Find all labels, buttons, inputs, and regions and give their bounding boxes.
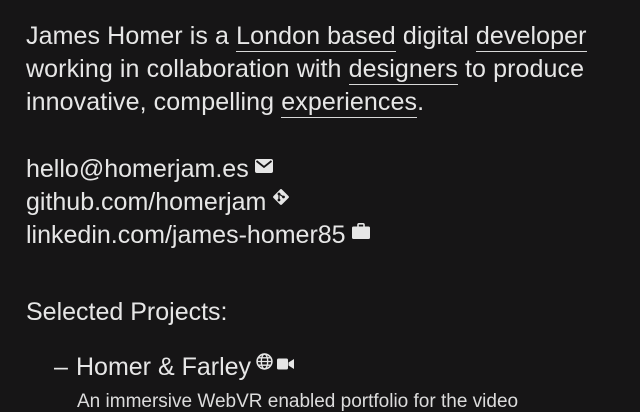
bio-text: working in collaboration with: [26, 55, 349, 83]
contact-linkedin: linkedin.com/james-homer85: [26, 219, 370, 252]
section-title-projects: Selected Projects:: [26, 298, 228, 326]
london-based-link[interactable]: London based: [236, 22, 396, 52]
designers-link[interactable]: designers: [348, 55, 458, 85]
github-link[interactable]: github.com/homerjam: [26, 188, 266, 216]
bio-text: to produce: [457, 55, 585, 83]
developer-link[interactable]: developer: [475, 22, 587, 52]
bio-text: innovative, compelling: [26, 88, 282, 116]
globe-icon[interactable]: [256, 353, 273, 370]
project-item: – Homer & Farley: [54, 351, 295, 384]
envelope-icon: [254, 159, 273, 173]
bio-text: digital: [395, 22, 476, 50]
bio-line-3: innovative, compelling experiences.: [26, 86, 626, 119]
bio-text: James Homer is a: [26, 22, 237, 50]
bio-line-2: working in collaboration with designers …: [26, 53, 626, 86]
email-link[interactable]: hello@homerjam.es: [26, 155, 249, 183]
contact-github: github.com/homerjam: [26, 186, 370, 219]
page: James Homer is a London based digital de…: [0, 0, 640, 412]
bio-paragraph: James Homer is a London based digital de…: [26, 20, 626, 119]
contact-email: hello@homerjam.es: [26, 153, 370, 186]
experiences-link[interactable]: experiences: [281, 88, 418, 118]
project-link-homer-farley[interactable]: Homer & Farley: [76, 353, 251, 381]
bio-text: .: [417, 88, 425, 116]
video-camera-icon[interactable]: [277, 358, 295, 370]
linkedin-link[interactable]: linkedin.com/james-homer85: [26, 221, 346, 249]
bio-line-1: James Homer is a London based digital de…: [26, 20, 626, 53]
git-icon: [272, 188, 290, 206]
briefcase-icon: [351, 223, 370, 239]
project-description: An immersive WebVR enabled portfolio for…: [77, 391, 519, 412]
contact-list: hello@homerjam.es github.com/homerjam li…: [26, 153, 370, 252]
list-dash: –: [54, 353, 68, 381]
